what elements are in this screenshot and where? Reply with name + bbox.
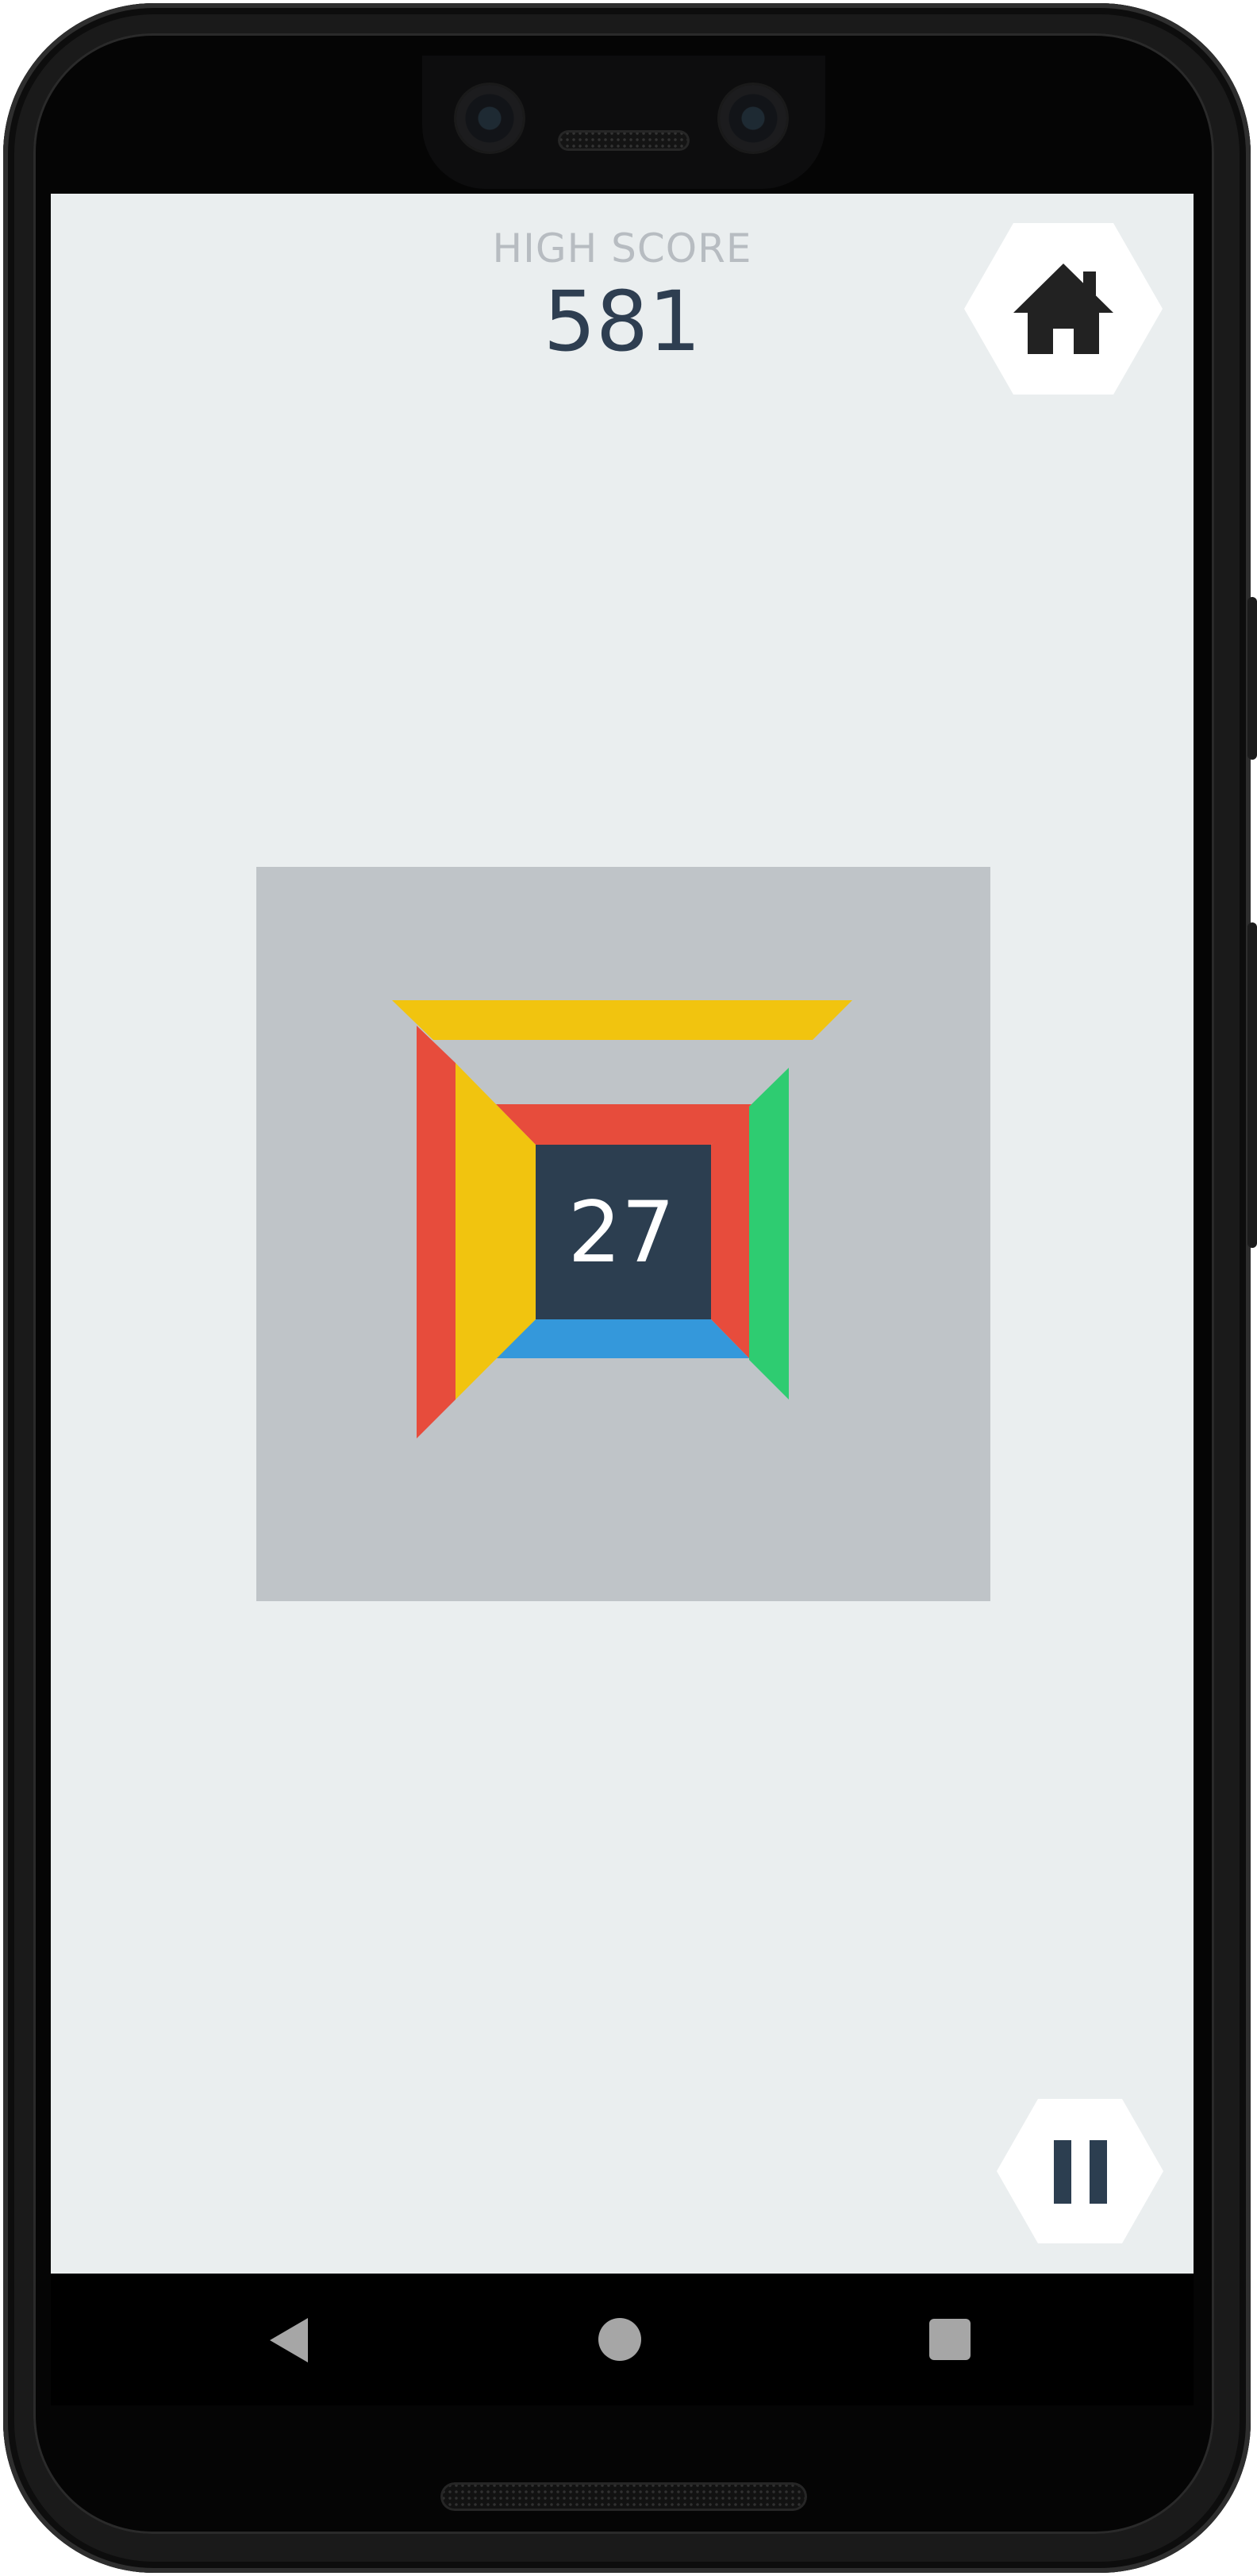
game-screen: HIGH SCORE 581 27 bbox=[51, 194, 1194, 2274]
outer-top-yellow-piece bbox=[392, 1000, 852, 1040]
home-circle-icon[interactable] bbox=[598, 2318, 641, 2361]
middle-bottom-blue-piece bbox=[496, 1319, 749, 1358]
back-triangle-icon bbox=[270, 2318, 308, 2362]
power-button bbox=[1247, 597, 1257, 760]
front-camera-left bbox=[456, 85, 523, 152]
front-camera-right bbox=[720, 85, 786, 152]
pause-icon bbox=[997, 2099, 1163, 2243]
middle-top-red-piece bbox=[496, 1104, 752, 1145]
recents-square-icon[interactable] bbox=[929, 2319, 971, 2360]
volume-button bbox=[1247, 922, 1257, 1248]
bottom-speaker bbox=[440, 2482, 807, 2511]
outer-left-red-piece bbox=[417, 1026, 456, 1438]
earpiece-speaker bbox=[558, 130, 690, 151]
outer-right-green-piece bbox=[749, 1068, 789, 1400]
current-score: 27 bbox=[567, 1183, 675, 1281]
middle-right-red-piece bbox=[711, 1104, 749, 1358]
pause-button[interactable] bbox=[997, 2099, 1163, 2243]
device-frame: HIGH SCORE 581 27 bbox=[0, 0, 1257, 2576]
back-button[interactable] bbox=[267, 2316, 314, 2364]
system-navigation-bar bbox=[51, 2274, 1194, 2405]
